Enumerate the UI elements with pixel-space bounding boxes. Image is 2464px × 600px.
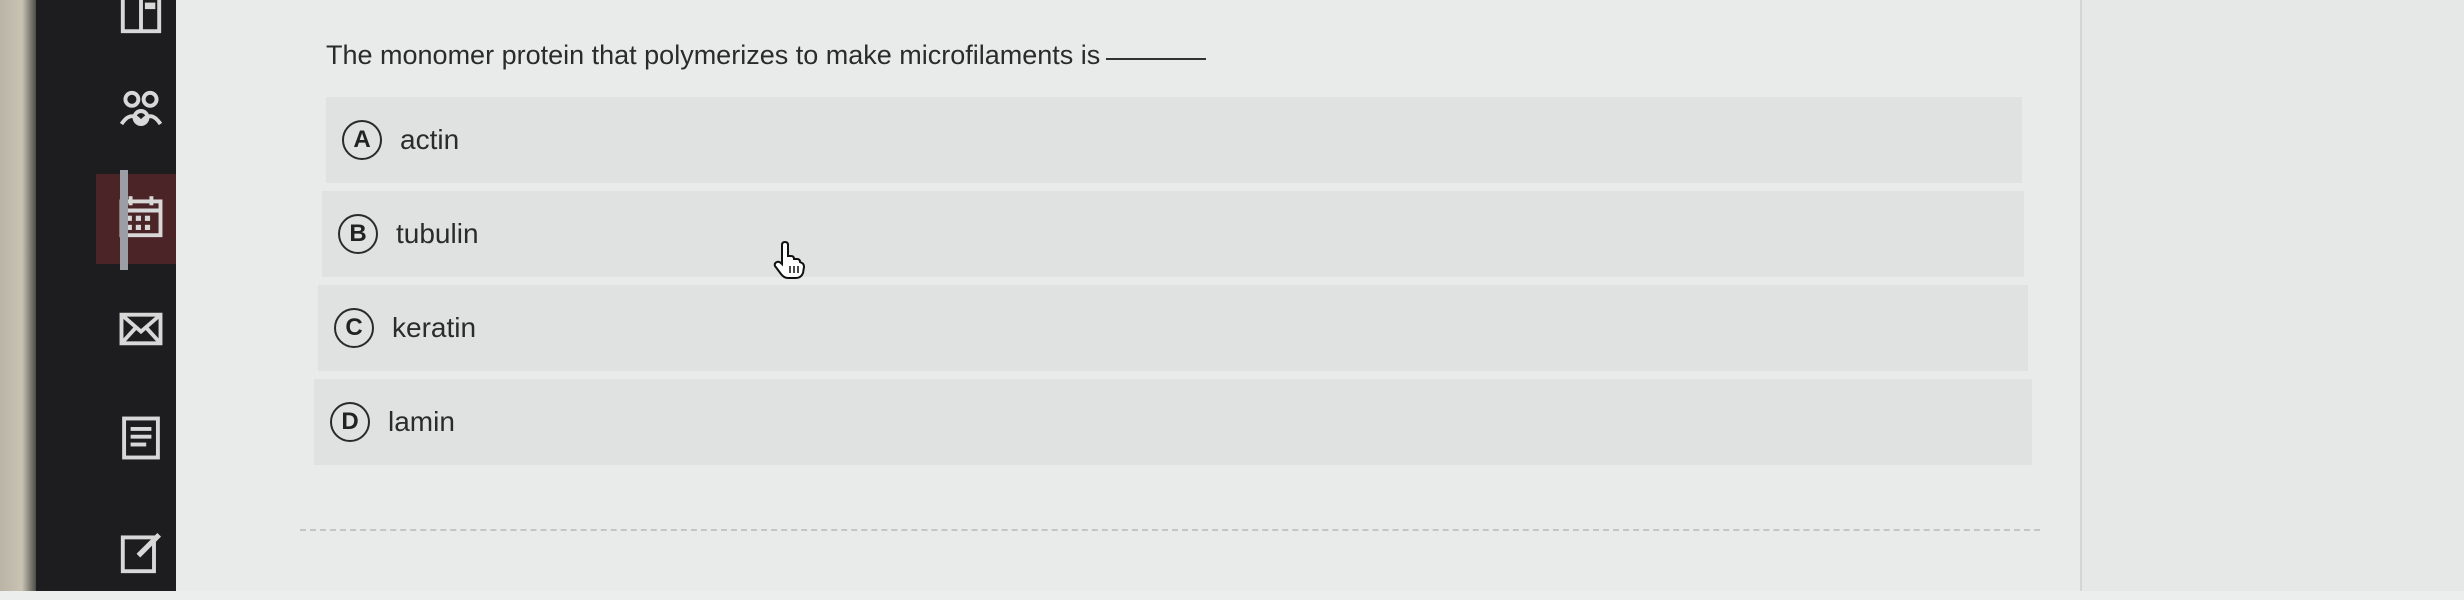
people-icon bbox=[115, 85, 167, 142]
edit-icon bbox=[115, 527, 167, 584]
sidebar-item-calendar[interactable] bbox=[96, 174, 186, 264]
right-panel bbox=[2080, 0, 2464, 591]
option-label: keratin bbox=[392, 312, 477, 343]
panel-icon bbox=[115, 0, 167, 44]
question-prompt: The monomer protein that polymerizes to … bbox=[326, 40, 1101, 70]
option-label: actin bbox=[400, 124, 460, 155]
sidebar-item-document[interactable] bbox=[96, 395, 186, 485]
option-label: lamin bbox=[388, 406, 455, 437]
option-letter: D bbox=[330, 402, 370, 442]
sidebar bbox=[36, 0, 186, 591]
document-icon bbox=[115, 412, 167, 469]
option-letter: B bbox=[338, 214, 378, 254]
background-desk bbox=[0, 0, 40, 591]
mail-icon bbox=[115, 303, 167, 360]
question-text: The monomer protein that polymerizes to … bbox=[326, 40, 1207, 71]
sidebar-active-indicator bbox=[120, 170, 128, 270]
section-divider bbox=[300, 529, 2040, 531]
option-label: tubulin bbox=[396, 218, 479, 249]
sidebar-item-people[interactable] bbox=[96, 68, 186, 158]
sidebar-item-panel[interactable] bbox=[96, 0, 186, 60]
option-b[interactable]: B tubulin bbox=[322, 191, 2024, 277]
option-c[interactable]: C keratin bbox=[318, 285, 2028, 371]
option-a[interactable]: A actin bbox=[326, 97, 2022, 183]
option-letter: C bbox=[334, 308, 374, 348]
sidebar-item-mail[interactable] bbox=[96, 286, 186, 376]
answer-blank bbox=[1106, 58, 1207, 60]
sidebar-item-edit[interactable] bbox=[96, 510, 186, 600]
option-letter: A bbox=[342, 120, 382, 160]
hand-cursor-icon bbox=[770, 240, 806, 280]
option-d[interactable]: D lamin bbox=[314, 379, 2032, 465]
